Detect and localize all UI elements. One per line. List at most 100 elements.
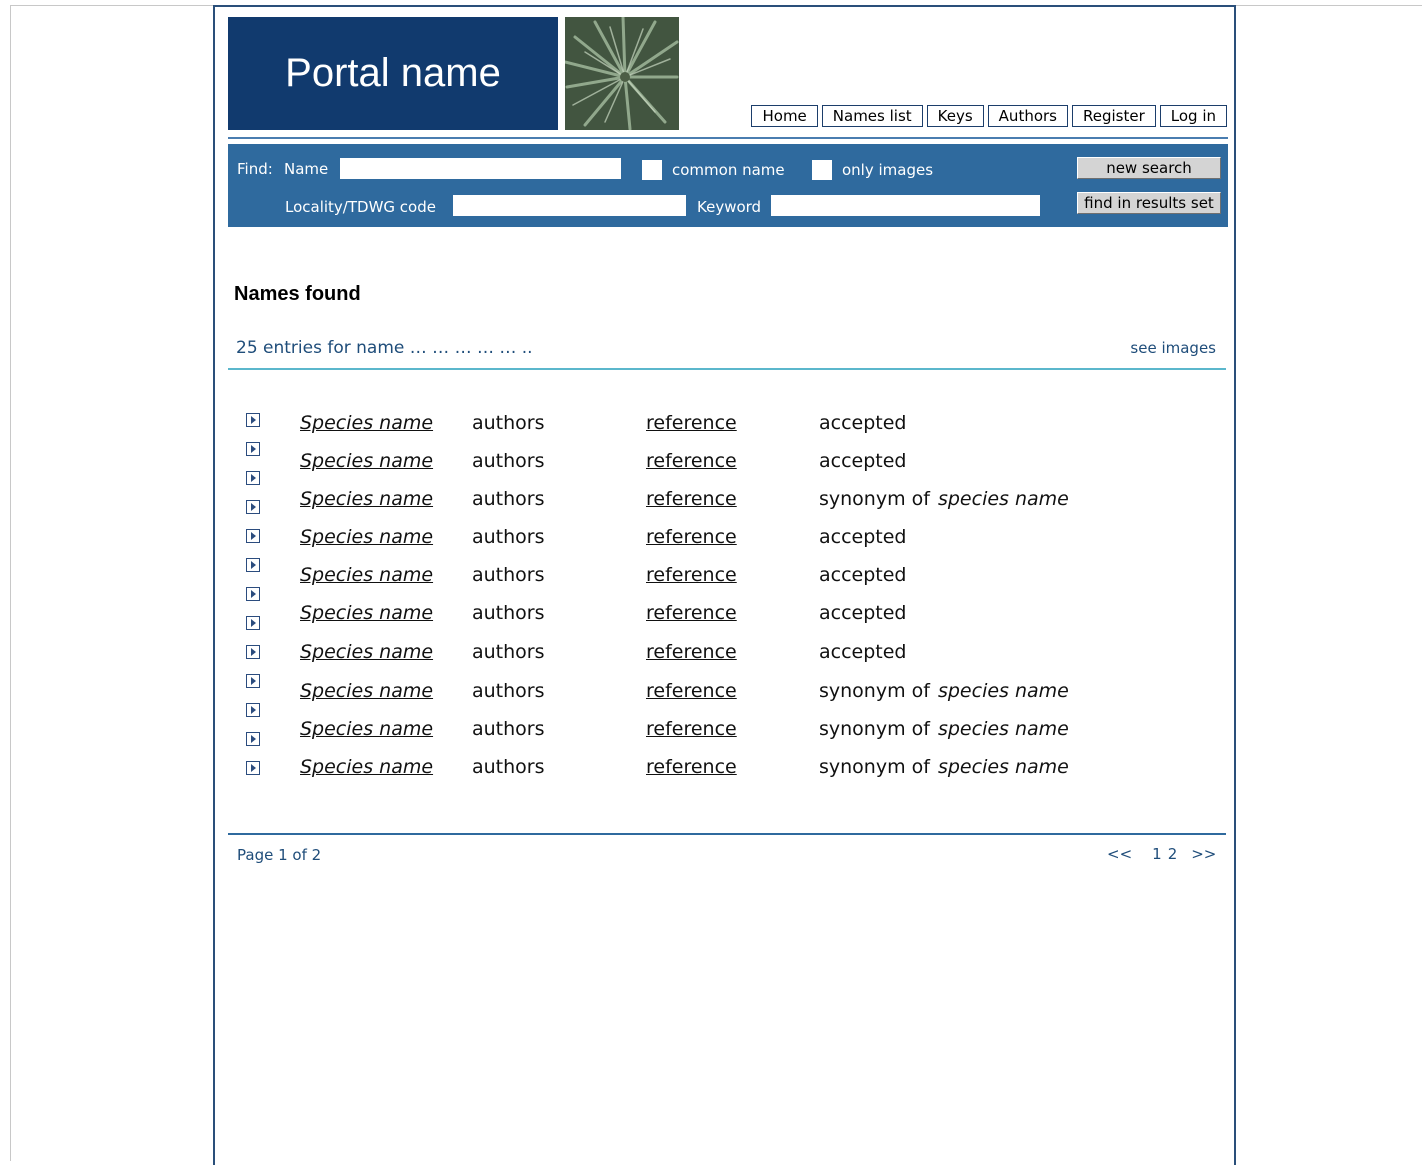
- status-text: accepted: [819, 602, 915, 624]
- authors-text: authors: [472, 756, 545, 778]
- status-label: accepted: [819, 450, 907, 472]
- expand-arrow-icon[interactable]: [246, 674, 260, 688]
- expand-arrow-icon[interactable]: [246, 703, 260, 717]
- nav-register-button[interactable]: Register: [1072, 105, 1156, 127]
- header-photo: [565, 17, 679, 130]
- keyword-input[interactable]: [771, 195, 1040, 216]
- first-page-link[interactable]: <<: [1107, 845, 1132, 863]
- status-text: accepted: [819, 641, 915, 663]
- status-label: synonym of: [819, 680, 930, 702]
- top-nav: Home Names list Keys Authors Register Lo…: [751, 105, 1227, 127]
- status-text: accepted: [819, 412, 915, 434]
- pagination-controls: << 1 2 >>: [1107, 845, 1216, 863]
- reference-link[interactable]: reference: [646, 564, 737, 586]
- reference-link[interactable]: reference: [646, 526, 737, 548]
- reference-link[interactable]: reference: [646, 756, 737, 778]
- nav-names-list-button[interactable]: Names list: [821, 105, 923, 127]
- find-label: Find:: [237, 160, 273, 178]
- search-bar: Find: Name common name only images new s…: [228, 144, 1228, 227]
- authors-text: authors: [472, 488, 545, 510]
- expand-arrow-icon[interactable]: [246, 471, 260, 485]
- status-text: synonym of species name: [819, 756, 1069, 778]
- synonym-name: species name: [937, 718, 1069, 740]
- species-name-link[interactable]: Species name: [300, 564, 433, 586]
- reference-link[interactable]: reference: [646, 488, 737, 510]
- species-name-link[interactable]: Species name: [300, 602, 433, 624]
- name-search-input[interactable]: [340, 158, 621, 179]
- status-label: synonym of: [819, 488, 930, 510]
- species-name-link[interactable]: Species name: [300, 718, 433, 740]
- nav-keys-button[interactable]: Keys: [926, 105, 984, 127]
- expand-arrow-icon[interactable]: [246, 500, 260, 514]
- species-name-link[interactable]: Species name: [300, 412, 433, 434]
- synonym-name: species name: [937, 488, 1069, 510]
- page-1-link[interactable]: 1: [1152, 845, 1162, 863]
- synonym-name: species name: [937, 680, 1069, 702]
- synonym-name: species name: [937, 756, 1069, 778]
- species-name-link[interactable]: Species name: [300, 488, 433, 510]
- common-name-label: common name: [672, 161, 785, 179]
- authors-text: authors: [472, 680, 545, 702]
- expand-arrow-icon[interactable]: [246, 616, 260, 630]
- only-images-label: only images: [842, 161, 934, 179]
- authors-text: authors: [472, 450, 545, 472]
- nav-home-button[interactable]: Home: [751, 105, 818, 127]
- page-2-link[interactable]: 2: [1168, 845, 1178, 863]
- species-name-link[interactable]: Species name: [300, 680, 433, 702]
- expand-arrow-icon[interactable]: [246, 529, 260, 543]
- last-page-link[interactable]: >>: [1191, 845, 1216, 863]
- results-summary: 25 entries for name … … … … … ..: [236, 338, 533, 358]
- expand-arrow-icon[interactable]: [246, 732, 260, 746]
- locality-input[interactable]: [453, 195, 686, 216]
- reference-link[interactable]: reference: [646, 602, 737, 624]
- status-text: synonym of species name: [819, 718, 1069, 740]
- authors-text: authors: [472, 718, 545, 740]
- nav-login-button[interactable]: Log in: [1159, 105, 1227, 127]
- expand-arrow-icon[interactable]: [246, 558, 260, 572]
- common-name-checkbox[interactable]: [642, 160, 662, 180]
- header-divider: [228, 137, 1228, 139]
- reference-link[interactable]: reference: [646, 412, 737, 434]
- portal-banner: Portal name: [228, 17, 558, 130]
- reference-link[interactable]: reference: [646, 641, 737, 663]
- results-heading: Names found: [234, 283, 361, 305]
- page-info: Page 1 of 2: [237, 846, 322, 864]
- reference-link[interactable]: reference: [646, 718, 737, 740]
- status-text: accepted: [819, 450, 915, 472]
- species-name-link[interactable]: Species name: [300, 526, 433, 548]
- authors-text: authors: [472, 641, 545, 663]
- nav-authors-button[interactable]: Authors: [987, 105, 1068, 127]
- new-search-button[interactable]: new search: [1077, 157, 1221, 179]
- keyword-label: Keyword: [697, 198, 762, 216]
- see-images-link[interactable]: see images: [1130, 339, 1216, 357]
- status-label: accepted: [819, 564, 907, 586]
- expand-arrow-icon[interactable]: [246, 645, 260, 659]
- only-images-checkbox[interactable]: [812, 160, 832, 180]
- species-name-link[interactable]: Species name: [300, 450, 433, 472]
- results-divider: [228, 368, 1226, 370]
- status-label: accepted: [819, 412, 907, 434]
- locality-label: Locality/TDWG code: [285, 198, 436, 216]
- palm-leaves-image: [565, 17, 679, 130]
- status-text: synonym of species name: [819, 680, 1069, 702]
- status-text: accepted: [819, 564, 915, 586]
- authors-text: authors: [472, 602, 545, 624]
- species-name-link[interactable]: Species name: [300, 641, 433, 663]
- find-in-results-button[interactable]: find in results set: [1077, 192, 1221, 214]
- status-label: accepted: [819, 602, 907, 624]
- status-label: synonym of: [819, 756, 930, 778]
- window-left-border: [10, 5, 11, 1161]
- status-text: synonym of species name: [819, 488, 1069, 510]
- expand-arrow-icon[interactable]: [246, 442, 260, 456]
- authors-text: authors: [472, 564, 545, 586]
- portal-name: Portal name: [285, 51, 501, 95]
- expand-arrow-icon[interactable]: [246, 413, 260, 427]
- status-text: accepted: [819, 526, 915, 548]
- reference-link[interactable]: reference: [646, 680, 737, 702]
- status-label: accepted: [819, 526, 907, 548]
- reference-link[interactable]: reference: [646, 450, 737, 472]
- expand-arrow-icon[interactable]: [246, 587, 260, 601]
- species-name-link[interactable]: Species name: [300, 756, 433, 778]
- authors-text: authors: [472, 526, 545, 548]
- expand-arrow-icon[interactable]: [246, 761, 260, 775]
